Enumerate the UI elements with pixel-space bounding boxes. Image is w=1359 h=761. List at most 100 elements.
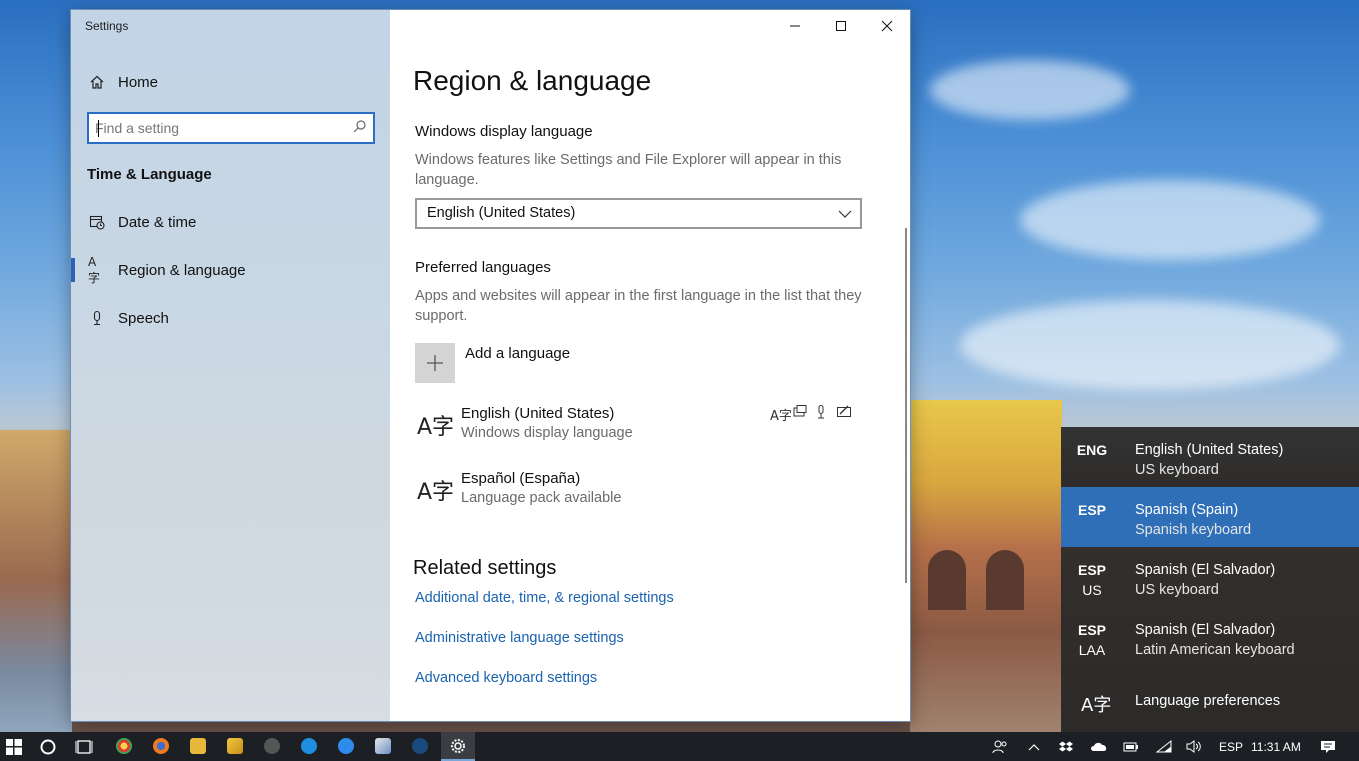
cloth-hall-building	[910, 400, 1062, 732]
flyout-keyboard-name: Latin American keyboard	[1135, 642, 1295, 658]
calendar-clock-icon	[88, 213, 106, 231]
cortana-circle-icon	[40, 739, 56, 754]
wifi-icon[interactable]	[1156, 732, 1172, 761]
people-icon[interactable]	[992, 732, 1010, 761]
arch	[986, 550, 1024, 610]
volume-icon[interactable]	[1186, 732, 1202, 761]
dropdown-value: English (United States)	[427, 205, 576, 221]
input-language-flyout: ENG English (United States) US keyboard …	[1061, 427, 1359, 732]
sidebar-item-label: Speech	[118, 309, 169, 327]
flyout-language-name: English (United States)	[1135, 442, 1284, 458]
sidebar-item-speech[interactable]: Speech	[71, 298, 390, 338]
text-to-speech-feature-icon	[793, 405, 807, 422]
sidebar-item-label: Date & time	[118, 213, 197, 231]
group-title: Time & Language	[87, 166, 212, 183]
home-icon	[88, 73, 106, 91]
skype-icon[interactable]	[301, 738, 317, 754]
chevron-up-icon[interactable]	[1028, 732, 1042, 761]
handwriting-feature-icon	[837, 405, 852, 422]
add-language-label[interactable]: Add a language	[465, 345, 570, 362]
advanced-keyboard-link[interactable]: Advanced keyboard settings	[415, 670, 597, 686]
task-view-icon	[75, 739, 93, 754]
language-code: ESP	[1077, 502, 1106, 518]
flyout-item-esp-laa[interactable]: ESP LAA Spanish (El Salvador) Latin Ameri…	[1061, 607, 1359, 667]
taskbar: ESP 11:31 AM	[0, 732, 1359, 761]
flyout-keyboard-name: Spanish keyboard	[1135, 522, 1252, 538]
display-language-heading: Windows display language	[415, 123, 593, 140]
flyout-language-name: Spanish (El Salvador)	[1135, 562, 1276, 578]
language-icon: A字	[88, 254, 101, 285]
chevron-down-icon	[838, 210, 852, 218]
language-icon: A字	[1081, 695, 1112, 716]
app-icon[interactable]	[264, 738, 280, 754]
gear-icon	[451, 739, 465, 753]
display-language-description: Windows features like Settings and File …	[415, 152, 842, 188]
search-icon[interactable]	[353, 120, 366, 136]
search-box[interactable]	[87, 112, 375, 144]
action-center-icon[interactable]	[1320, 732, 1338, 761]
home-label: Home	[118, 73, 159, 91]
language-code: ESP US	[1077, 562, 1106, 598]
settings-content: Region & language Windows display langua…	[390, 10, 910, 721]
messenger-icon[interactable]	[338, 738, 354, 754]
left-buildings	[0, 430, 72, 732]
firefox-icon[interactable]	[153, 738, 169, 754]
file-explorer-icon[interactable]	[190, 738, 206, 754]
display-language-dropdown[interactable]: English (United States)	[415, 198, 862, 229]
flyout-item-esp-us[interactable]: ESP US Spanish (El Salvador) US keyboard	[1061, 547, 1359, 607]
language-code: ENG	[1076, 442, 1108, 458]
preferred-languages-description: Apps and websites will appear in the fir…	[415, 288, 862, 324]
scrollbar[interactable]	[905, 228, 907, 583]
task-view-button[interactable]	[70, 732, 98, 761]
administrative-language-link[interactable]: Administrative language settings	[415, 630, 624, 646]
language-status: Windows display language	[461, 425, 633, 441]
arch	[928, 550, 966, 610]
flyout-item-eng[interactable]: ENG English (United States) US keyboard	[1061, 427, 1359, 487]
plus-icon	[427, 355, 443, 371]
additional-date-time-link[interactable]: Additional date, time, & regional settin…	[415, 590, 674, 606]
cloud	[960, 300, 1340, 390]
battery-icon[interactable]	[1123, 732, 1139, 761]
flyout-keyboard-name: US keyboard	[1135, 582, 1219, 598]
winamp-icon[interactable]	[227, 738, 243, 754]
display-language-feature-icon: A字	[770, 409, 792, 424]
language-preferences-button[interactable]: A字 Language preferences	[1061, 679, 1359, 727]
language-name: English (United States)	[461, 405, 615, 422]
settings-sidebar: Settings Home Time & Language Date & tim…	[71, 10, 390, 721]
cloud	[1020, 180, 1320, 260]
flyout-item-esp[interactable]: ESP Spanish (Spain) Spanish keyboard	[1061, 487, 1359, 547]
chrome-icon[interactable]	[116, 738, 132, 754]
start-button[interactable]	[0, 732, 28, 761]
language-code: ESP LAA	[1077, 622, 1106, 658]
windows-logo-icon	[6, 738, 22, 755]
sidebar-item-label: Region & language	[118, 261, 246, 279]
speech-feature-icon	[816, 405, 826, 423]
language-icon: A字	[417, 415, 455, 440]
language-name: Español (España)	[461, 470, 581, 487]
input-indicator[interactable]: ESP	[1219, 732, 1243, 761]
language-item-english[interactable]: A字 English (United States) Windows displ…	[415, 405, 860, 455]
preferred-languages-heading: Preferred languages	[415, 259, 551, 276]
related-settings-heading: Related settings	[413, 557, 557, 579]
language-status: Language pack available	[461, 490, 622, 506]
flyout-language-name: Spanish (Spain)	[1135, 502, 1239, 518]
home-button[interactable]: Home	[71, 62, 390, 102]
cloud	[930, 60, 1130, 120]
language-item-spanish[interactable]: A字 Español (España) Language pack availa…	[415, 470, 860, 520]
flyout-language-name: Spanish (El Salvador)	[1135, 622, 1276, 638]
dropbox-icon[interactable]	[1059, 732, 1075, 761]
sidebar-item-date-time[interactable]: Date & time	[71, 202, 390, 242]
settings-window: Settings Home Time & Language Date & tim…	[71, 10, 910, 721]
sidebar-item-region-language[interactable]: A字 Region & language	[71, 250, 390, 290]
steam-icon[interactable]	[412, 738, 428, 754]
language-preferences-label: Language preferences	[1135, 693, 1281, 709]
onedrive-icon[interactable]	[1090, 732, 1108, 761]
cortana-button[interactable]	[34, 732, 62, 761]
settings-taskbar-button[interactable]	[441, 732, 475, 761]
search-input[interactable]	[95, 118, 345, 138]
window-title: Settings	[85, 19, 129, 33]
app-icon[interactable]	[375, 738, 391, 754]
page-title: Region & language	[413, 65, 652, 96]
clock[interactable]: 11:31 AM	[1251, 732, 1307, 761]
add-language-button[interactable]	[415, 343, 455, 383]
